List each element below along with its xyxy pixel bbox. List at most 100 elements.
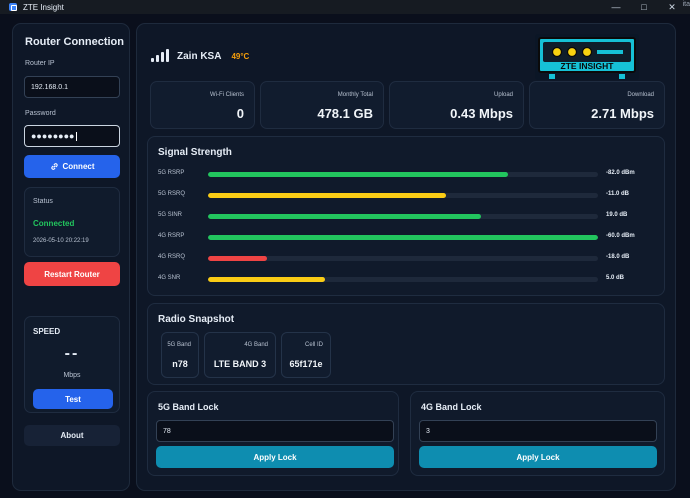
5g-band-input[interactable]: 78 [156,420,394,442]
stat-wifi-clients: Wi-Fi Clients 0 [150,81,255,129]
signal-bar-track [208,193,598,198]
connect-label: Connect [62,162,95,171]
speed-test-button[interactable]: Test [33,389,113,409]
password-input[interactable]: ●●●●●●●● [24,125,120,147]
4g-band-value: 3 [426,427,430,435]
stat-value: 0 [236,106,244,121]
status-timestamp: 2026-05-10 20:22:19 [33,238,89,244]
stat-monthly-total: Monthly Total 478.1 GB [260,81,384,129]
radio-card-label: 4G Band [244,342,268,348]
5g-band-lock-section: 5G Band Lock 78 Apply Lock [147,391,399,476]
signal-bar-track [208,235,598,240]
signal-bar-fill [208,277,325,282]
signal-row-label: 4G RSRP [158,233,185,239]
4g-lock-title: 4G Band Lock [421,402,482,412]
radio-card-label: Cell ID [304,342,323,348]
stat-upload: Upload 0.43 Mbps [389,81,524,129]
apply-lock-label: Apply Lock [516,452,560,462]
radio-title: Radio Snapshot [158,314,235,325]
signal-bar-fill [208,235,598,240]
router-ip-value: 192.168.0.1 [31,83,68,91]
signal-row-label: 5G SINR [158,212,183,218]
stat-value: 478.1 GB [317,106,373,121]
radio-card-4g-band: 4G Band LTE BAND 3 [204,332,276,378]
signal-row: 4G RSRQ -18.0 dB [158,252,666,264]
signal-row-value: 19.0 dB [606,212,628,218]
signal-row-value: -82.0 dBm [606,170,635,176]
status-value: Connected [33,219,75,228]
password-label: Password [25,110,56,117]
restart-router-button[interactable]: Restart Router [24,262,120,286]
4g-band-input[interactable]: 3 [419,420,657,442]
signal-bar-fill [208,172,509,177]
signal-row-label: 4G SNR [158,275,181,281]
about-button[interactable]: About [24,425,120,446]
signal-row-label: 5G RSRP [158,170,185,176]
status-title: Status [33,198,53,205]
radio-card-value: LTE BAND 3 [213,359,267,369]
radio-card-cell-id: Cell ID 65f171e [281,332,331,378]
window-titlebar: ZTE Insight — □ ✕ ita [0,0,690,14]
speed-card: SPEED -- Mbps Test [24,316,120,413]
text-caret [75,131,77,141]
connect-button[interactable]: Connect [24,155,120,178]
signal-row-value: -11.0 dB [606,191,630,197]
signal-bar-fill [208,256,267,261]
signal-row-value: -60.0 dBm [606,233,635,239]
signal-bar-fill [208,193,446,198]
radio-snapshot-section: Radio Snapshot 5G Band n78 4G Band LTE B… [147,303,665,385]
about-label: About [60,431,84,440]
stat-value: 2.71 Mbps [591,106,654,121]
carrier-name: Zain KSA [177,50,222,62]
signal-row-value: -18.0 dB [606,254,630,260]
sidebar-title: Router Connection [25,36,124,48]
svg-text:ZTE INSIGHT: ZTE INSIGHT [561,61,615,71]
radio-card-5g-band: 5G Band n78 [161,332,199,378]
speed-title: SPEED [33,327,61,336]
stat-value: 0.43 Mbps [450,106,513,121]
main-panel: Zain KSA 49°C ZTE INSIGHT Wi-Fi Clients … [136,23,676,491]
stat-download: Download 2.71 Mbps [529,81,665,129]
signal-bar-track [208,172,598,177]
stat-label: Monthly Total [337,92,373,98]
restart-label: Restart Router [44,269,100,279]
stat-label: Upload [493,92,513,98]
status-card: Status Connected 2026-05-10 20:22:19 [24,187,120,257]
5g-apply-lock-button[interactable]: Apply Lock [156,446,394,468]
signal-bar-track [208,214,598,219]
zte-insight-logo: ZTE INSIGHT [535,34,639,80]
signal-bars-icon [151,49,169,62]
app-icon [9,3,17,11]
apply-lock-label: Apply Lock [253,452,297,462]
speed-value: -- [64,345,80,362]
stat-label: Wi-Fi Clients [210,92,244,98]
window-title: ZTE Insight [23,2,64,12]
signal-row-label: 5G RSRQ [158,191,186,197]
signal-row: 5G RSRP -82.0 dBm [158,168,666,180]
sidebar: Router Connection Router IP 192.168.0.1 … [12,23,130,491]
signal-bar-fill [208,214,481,219]
4g-apply-lock-button[interactable]: Apply Lock [419,446,657,468]
edge-text: ita [682,1,690,8]
signal-row-value: 5.0 dB [606,275,625,281]
password-value: ●●●●●●●● [31,131,75,141]
signal-strength-section: Signal Strength 5G RSRP -82.0 dBm 5G RSRQ -… [147,136,665,296]
carrier-row: Zain KSA 49°C [151,49,250,62]
router-ip-label: Router IP [25,60,55,67]
router-ip-input[interactable]: 192.168.0.1 [24,76,120,98]
radio-card-label: 5G Band [167,342,191,348]
speed-unit: Mbps [63,372,81,379]
link-icon [50,163,58,170]
signal-row-label: 4G RSRQ [158,254,186,260]
signal-row: 4G RSRP -60.0 dBm [158,231,666,243]
5g-band-value: 78 [163,427,171,435]
stat-label: Download [627,92,654,98]
signal-row: 4G SNR 5.0 dB [158,273,666,285]
4g-band-lock-section: 4G Band Lock 3 Apply Lock [410,391,665,476]
radio-card-value: n78 [172,359,188,369]
app-body: Router Connection Router IP 192.168.0.1 … [0,14,690,498]
radio-card-value: 65f171e [289,359,323,369]
temperature: 49°C [231,51,250,61]
signal-row: 5G SINR 19.0 dB [158,210,666,222]
signal-row: 5G RSRQ -11.0 dB [158,189,666,201]
